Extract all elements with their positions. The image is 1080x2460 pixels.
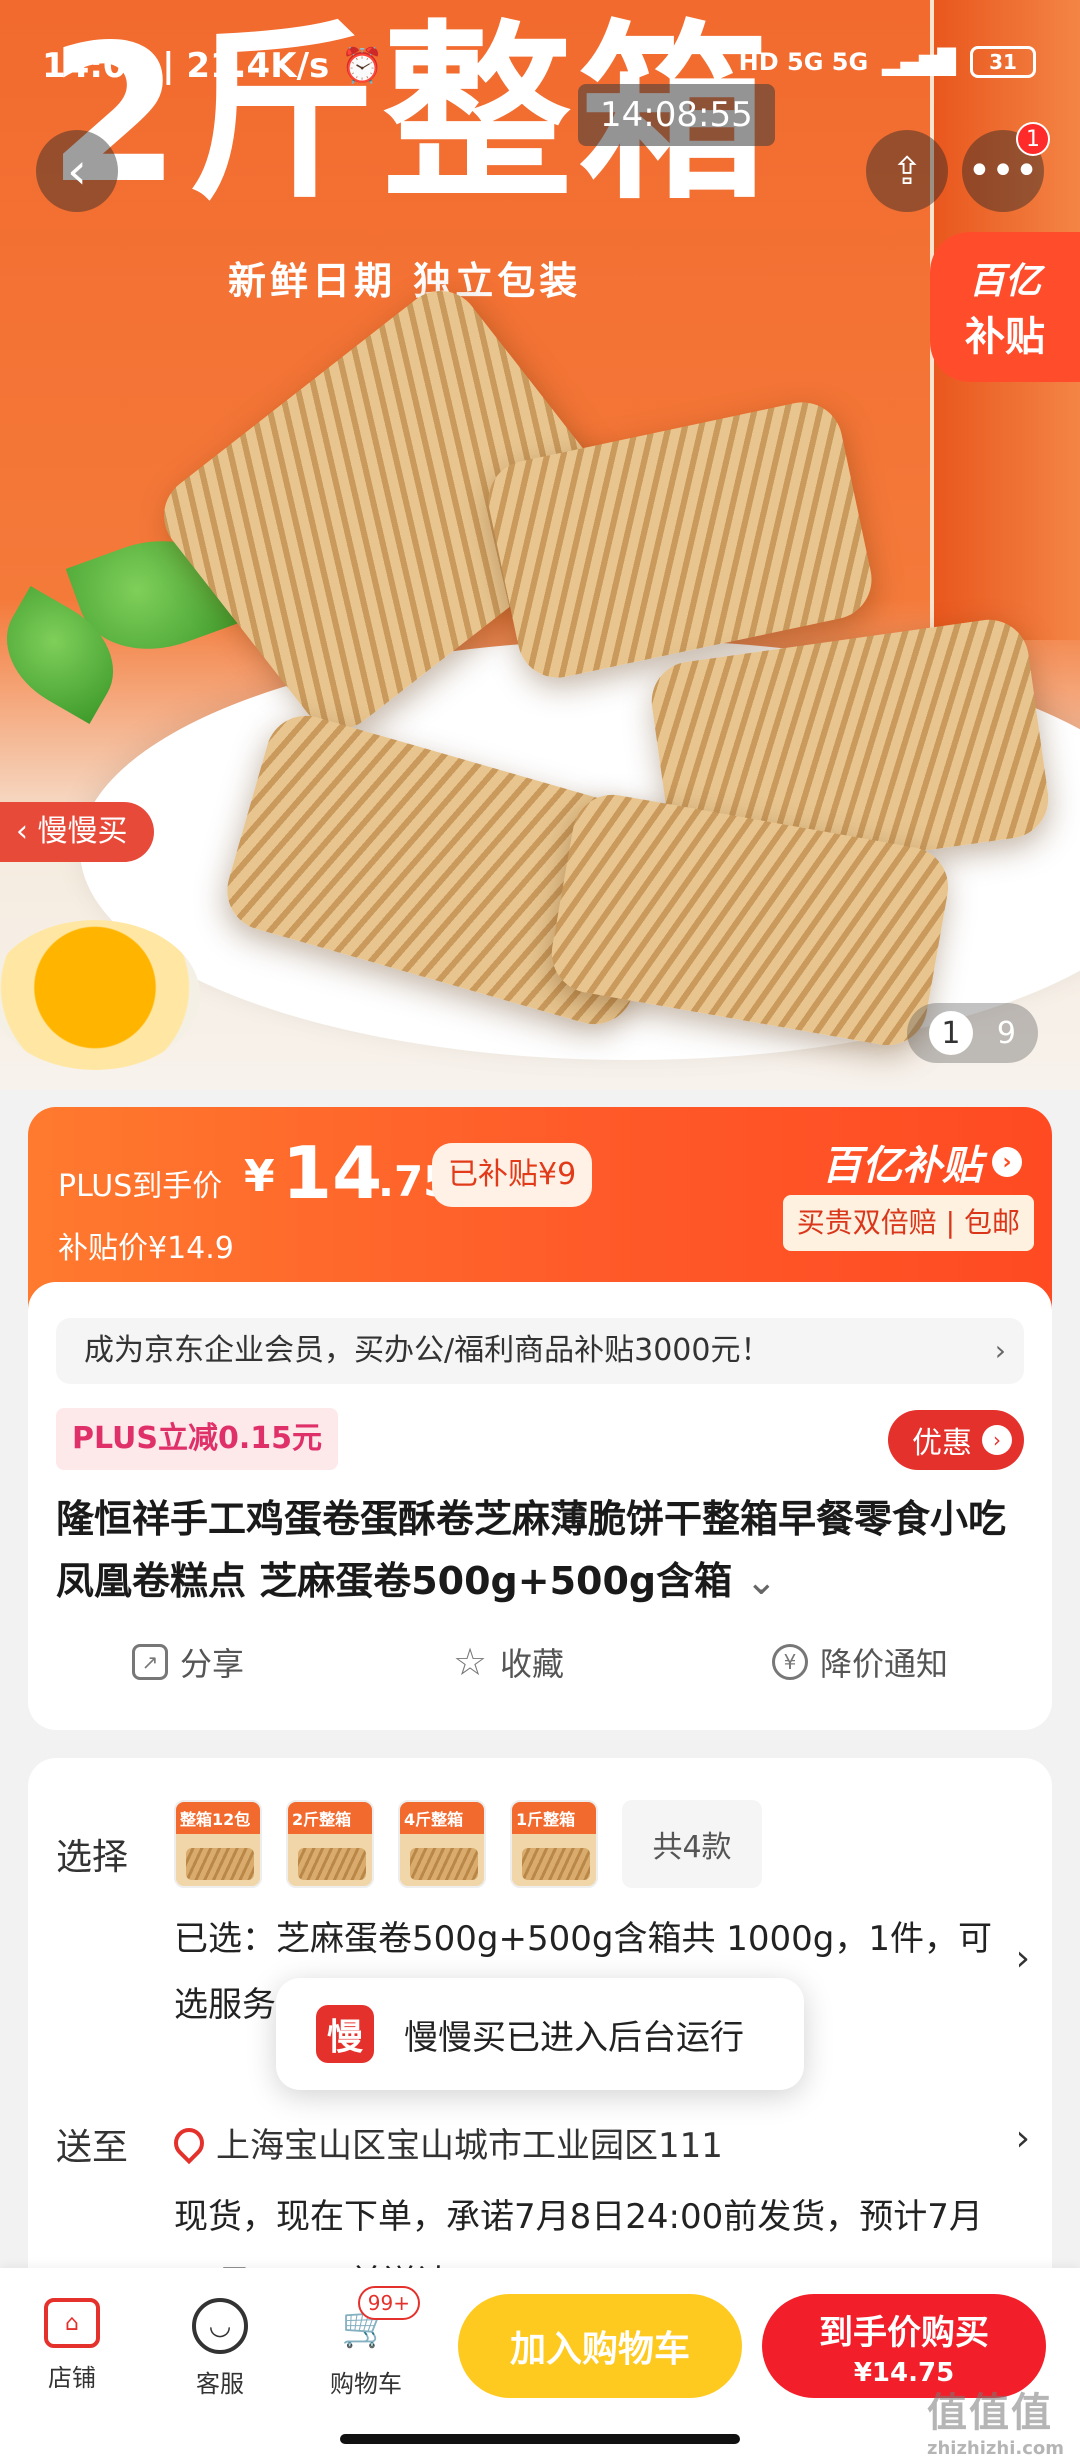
signal-indicator: HD 5G 5G xyxy=(738,48,869,76)
product-actions: ↗ 分享 ☆ 收藏 ¥ 降价通知 xyxy=(28,1632,1052,1692)
service-label: 客服 xyxy=(196,2370,244,2398)
product-info-card: 成为京东企业会员，买办公/福利商品补贴3000元！ › PLUS立减0.15元 … xyxy=(28,1282,1052,1730)
enterprise-member-banner[interactable]: 成为京东企业会员，买办公/福利商品补贴3000元！ › xyxy=(56,1318,1024,1384)
subsidy-tag[interactable]: 百亿 补贴 xyxy=(930,232,1080,382)
alarm-icon: ⏰ xyxy=(341,46,384,86)
share-action[interactable]: ↗ 分享 xyxy=(131,1632,244,1692)
share-button[interactable]: ⇪ xyxy=(866,130,948,212)
back-button[interactable]: ‹ xyxy=(36,130,118,212)
chevron-right-icon: › xyxy=(994,1334,1006,1367)
variant-count[interactable]: 共4款 xyxy=(622,1800,762,1888)
slow-buy-app-logo: 慢 xyxy=(316,2005,374,2063)
price-alert-label: 降价通知 xyxy=(819,1645,948,1683)
cart-label: 购物车 xyxy=(330,2370,402,2398)
background-running-toast: 慢 慢慢买已进入后台运行 xyxy=(276,1978,804,2090)
floating-clock: 14:08:55 xyxy=(578,84,775,146)
select-label: 选择 xyxy=(56,1837,129,1878)
cart-nav[interactable]: 🛒 99+ 购物车 xyxy=(316,2286,420,2399)
home-indicator[interactable] xyxy=(340,2434,740,2444)
product-title[interactable]: 隆恒祥手工鸡蛋卷蛋酥卷芝麻薄脆饼干整箱早餐零食小吃凤凰卷糕点 芝麻蛋卷500g+… xyxy=(56,1488,1036,1612)
hero-subtitle: 新鲜日期 独立包装 xyxy=(228,259,582,303)
variant-thumb[interactable]: 整箱12包 xyxy=(174,1800,262,1888)
favorite-label: 收藏 xyxy=(499,1645,564,1683)
variant-thumb[interactable]: 1斤整箱 xyxy=(510,1800,598,1888)
price-integer: 14 xyxy=(282,1131,383,1215)
signal-bars-icon: ▂▄▆█ xyxy=(882,48,956,76)
add-to-cart-button[interactable]: 加入购物车 xyxy=(458,2294,742,2398)
share-icon: ⇪ xyxy=(891,149,923,193)
subsidy-amount-chip: 已补贴¥9 xyxy=(432,1143,593,1207)
star-icon: ☆ xyxy=(452,1640,488,1684)
billion-subsidy-brand: 百亿补贴 xyxy=(822,1143,982,1189)
expand-chevron-icon: ⌄ xyxy=(745,1559,778,1603)
store-nav[interactable]: ⌂ 店铺 xyxy=(22,2298,122,2393)
address-row[interactable]: 上海宝山区宝山城市工业园区111 xyxy=(167,2118,1004,2167)
egg-yolk-graphic xyxy=(0,920,200,1070)
address-text: 上海宝山区宝山城市工业园区111 xyxy=(216,2126,723,2166)
status-bar: 14:08 | 21.4K/s ⏰ HD 5G 5G ▂▄▆█ 31 xyxy=(0,40,1080,100)
image-pager: 1 9 xyxy=(906,1003,1038,1063)
subsidy-price: 补贴价¥14.9 xyxy=(58,1231,234,1266)
chat-face-icon: ◡ xyxy=(192,2298,248,2354)
subsidy-tag-line2: 补贴 xyxy=(965,314,1045,360)
enterprise-banner-text: 成为京东企业会员，买办公/福利商品补贴3000元！ xyxy=(84,1333,771,1368)
share-label: 分享 xyxy=(179,1645,244,1683)
ship-to-label: 送至 xyxy=(56,2127,129,2168)
buy-button-label: 到手价购买 xyxy=(819,2312,989,2353)
network-speed: 21.4K/s xyxy=(186,46,330,86)
plus-discount-chip: PLUS立减0.15元 xyxy=(56,1408,339,1470)
yen-circle-icon: ¥ xyxy=(771,1644,808,1680)
price-currency: ¥ xyxy=(244,1151,275,1202)
slow-buy-return-button[interactable]: ‹ 慢慢买 xyxy=(0,802,154,862)
cart-count-badge: 99+ xyxy=(357,2286,420,2320)
chevron-right-icon[interactable]: › xyxy=(1016,2118,1030,2159)
battery-icon: 31 xyxy=(970,46,1036,78)
status-time: 14:08 xyxy=(42,46,151,86)
customer-service-nav[interactable]: ◡ 客服 xyxy=(170,2298,270,2399)
favorite-action[interactable]: ☆ 收藏 xyxy=(452,1632,564,1692)
coupon-button[interactable]: 优惠 › xyxy=(888,1410,1024,1470)
watermark: 值值值 zhizhizhi.com xyxy=(926,2390,1064,2459)
store-icon: ⌂ xyxy=(44,2298,100,2348)
coupon-label: 优惠 xyxy=(912,1426,972,1461)
pager-current: 1 xyxy=(928,1011,973,1055)
notification-badge: 1 xyxy=(1016,122,1050,156)
price-alert-action[interactable]: ¥ 降价通知 xyxy=(771,1632,948,1692)
guarantee-pill: 买贵双倍赔 | 包邮 xyxy=(782,1195,1034,1251)
variant-thumbnails: 整箱12包 2斤整箱 4斤整箱 1斤整箱 共4款 xyxy=(174,1800,762,1888)
toast-message: 慢慢买已进入后台运行 xyxy=(404,2017,744,2058)
bottom-action-bar: ⌂ 店铺 ◡ 客服 🛒 99+ 购物车 加入购物车 到手价购买 ¥14.75 xyxy=(0,2268,1080,2460)
cart-icon: 🛒 99+ xyxy=(338,2286,420,2354)
share-icon: ↗ xyxy=(131,1644,168,1680)
plus-price-label: PLUS到手价 xyxy=(58,1169,223,1204)
pager-total: 9 xyxy=(996,1015,1016,1051)
subsidy-tag-line1: 百亿 xyxy=(968,261,1041,302)
chevron-left-icon: ‹ xyxy=(67,142,87,200)
billion-subsidy-link[interactable]: 百亿补贴 › xyxy=(822,1133,1022,1191)
more-button[interactable]: ••• 1 xyxy=(962,122,1050,212)
variant-thumb[interactable]: 2斤整箱 xyxy=(286,1800,374,1888)
variant-thumb[interactable]: 4斤整箱 xyxy=(398,1800,486,1888)
chevron-right-icon[interactable]: › xyxy=(1016,1938,1030,1979)
chevron-right-icon: › xyxy=(992,1147,1022,1177)
slow-buy-label: 慢慢买 xyxy=(37,814,128,849)
chevron-left-icon: ‹ xyxy=(16,814,38,849)
chevron-right-icon: › xyxy=(982,1425,1012,1455)
location-pin-icon xyxy=(167,2121,211,2164)
store-label: 店铺 xyxy=(48,2364,96,2392)
